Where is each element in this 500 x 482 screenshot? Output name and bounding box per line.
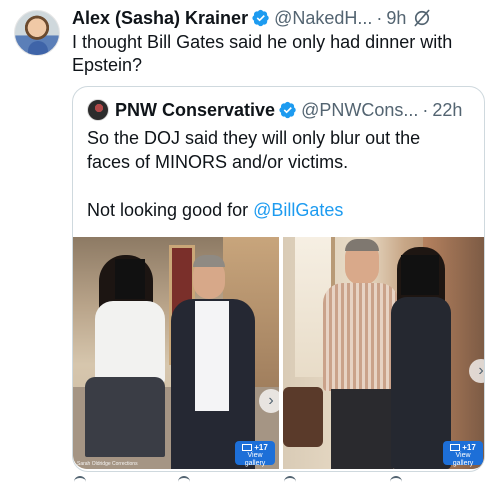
blur-box — [401, 255, 439, 295]
tweet-timestamp[interactable]: 9h — [386, 8, 406, 29]
author-handle[interactable]: @NakedH... — [274, 8, 372, 29]
tweet-text: I thought Bill Gates said he only had di… — [72, 32, 453, 75]
view-gallery-button[interactable]: +17 View gallery — [235, 441, 275, 467]
gallery-count: +17 — [254, 443, 268, 452]
quote-line-text: Not looking good for — [87, 200, 254, 220]
person-hair — [345, 239, 379, 251]
quote-author-avatar[interactable] — [87, 99, 109, 121]
blur-box — [115, 259, 145, 299]
author-avatar[interactable] — [14, 10, 60, 56]
gallery-icon — [450, 444, 461, 452]
quote-header: PNW Conservative @PNWCons... · 22h — [87, 97, 462, 123]
chevron-right-icon[interactable]: › — [259, 389, 279, 413]
action-bar — [72, 476, 485, 482]
views-icon[interactable] — [390, 476, 402, 482]
quote-author-name[interactable]: PNW Conservative — [115, 100, 275, 121]
repost-icon[interactable] — [178, 476, 190, 482]
quote-timestamp[interactable]: 22h — [432, 100, 462, 121]
person-dress — [391, 297, 451, 469]
quote-line: Not looking good for @BillGates — [87, 198, 477, 222]
photo-1[interactable]: › +17 View gallery Sarah Oldridge Correc… — [73, 237, 279, 469]
person-pants — [331, 389, 393, 469]
quote-text: So the DOJ said they will only blur out … — [87, 126, 477, 222]
quote-line: faces of MINORS and/or victims. — [87, 152, 349, 172]
gallery-count: +17 — [462, 443, 476, 452]
chair — [283, 387, 323, 447]
mention-link[interactable]: @BillGates — [253, 200, 343, 220]
gallery-label: View gallery — [452, 452, 474, 467]
tweet-header: Alex (Sasha) Krainer @NakedH... · 9h — [72, 6, 492, 30]
grok-icon[interactable] — [412, 8, 432, 28]
verified-badge-icon — [252, 9, 269, 27]
author-name[interactable]: Alex (Sasha) Krainer — [72, 8, 248, 29]
photo-credit: Sarah Oldridge Corrections — [77, 461, 138, 467]
person-skirt — [85, 377, 165, 457]
person-shirt — [195, 301, 229, 411]
photo-2[interactable]: › +17 View gallery — [283, 237, 484, 469]
person-hair — [193, 255, 225, 267]
person-shirt — [95, 301, 165, 385]
quote-line — [87, 174, 477, 198]
quote-author-handle[interactable]: @PNWCons... — [301, 100, 418, 121]
view-gallery-button[interactable]: +17 View gallery — [443, 441, 483, 467]
like-icon[interactable] — [284, 476, 296, 482]
quote-line: So the DOJ said they will only blur out … — [87, 128, 421, 148]
media-gallery: › +17 View gallery Sarah Oldridge Correc… — [73, 237, 484, 471]
person-shirt — [323, 283, 399, 391]
separator-dot: · — [422, 99, 429, 120]
gallery-icon — [242, 444, 253, 452]
separator-dot: · — [376, 7, 383, 28]
gallery-label: View gallery — [244, 452, 266, 467]
reply-icon[interactable] — [74, 476, 86, 482]
quoted-tweet[interactable]: PNW Conservative @PNWCons... · 22h So th… — [72, 86, 485, 472]
verified-badge-icon — [279, 101, 296, 119]
